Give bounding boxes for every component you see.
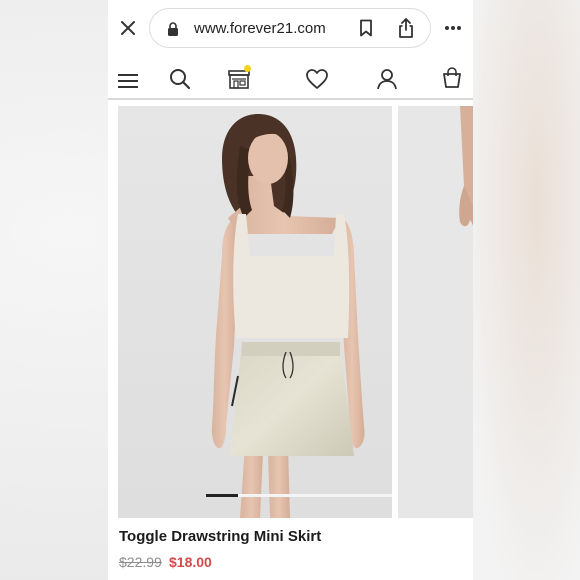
phone-screen: www.forever21.com Toggle Drawstring Mini… <box>108 0 473 580</box>
search-icon[interactable] <box>168 67 192 91</box>
next-photo <box>398 106 473 518</box>
product-image-next[interactable] <box>398 106 473 518</box>
product-image-main[interactable] <box>118 106 392 518</box>
menu-icon[interactable] <box>116 71 140 91</box>
bag-icon[interactable] <box>441 66 463 90</box>
wishlist-icon[interactable] <box>304 67 330 91</box>
address-bar[interactable]: www.forever21.com <box>149 8 431 48</box>
model-photo <box>118 106 392 518</box>
original-price: $22.99 <box>119 554 162 570</box>
url-text: www.forever21.com <box>194 20 326 37</box>
site-nav <box>108 58 473 100</box>
product-title[interactable]: Toggle Drawstring Mini Skirt <box>119 528 321 545</box>
carousel-progress <box>206 494 392 497</box>
more-icon[interactable] <box>442 18 464 38</box>
share-icon[interactable] <box>396 17 416 39</box>
store-icon[interactable] <box>226 65 252 91</box>
bookmark-icon[interactable] <box>356 18 376 38</box>
close-icon[interactable] <box>116 16 140 40</box>
store-badge <box>244 65 251 72</box>
sale-price: $18.00 <box>169 554 212 570</box>
carousel-progress-active <box>206 494 238 497</box>
browser-toolbar: www.forever21.com <box>108 0 473 56</box>
product-image-carousel[interactable] <box>108 106 473 518</box>
account-icon[interactable] <box>376 67 398 91</box>
blurred-background-right <box>472 0 580 580</box>
lock-icon <box>166 21 180 37</box>
